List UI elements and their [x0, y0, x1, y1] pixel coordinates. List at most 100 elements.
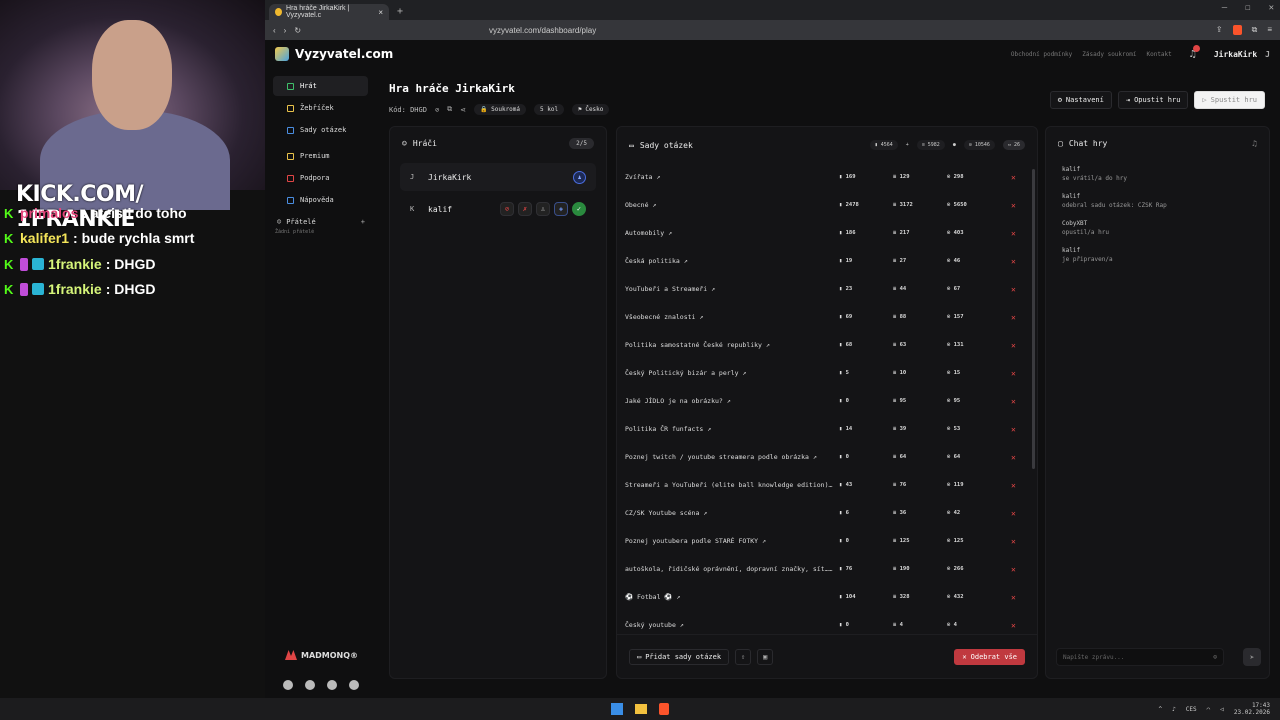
- external-link-icon[interactable]: ↗: [680, 621, 684, 629]
- close-window-icon[interactable]: ✕: [1269, 3, 1274, 13]
- external-link-icon[interactable]: ↗: [766, 341, 770, 349]
- user-menu[interactable]: JirkaKirk J: [1214, 50, 1270, 59]
- save-icon[interactable]: ▣: [757, 648, 774, 665]
- start-game-button[interactable]: ▷ Spustit hru: [1194, 91, 1265, 109]
- external-link-icon[interactable]: ↗: [707, 425, 711, 433]
- remove-set-icon[interactable]: ✕: [1011, 565, 1016, 574]
- copy-icon[interactable]: ⧉: [447, 105, 452, 114]
- reload-icon[interactable]: ↻: [294, 26, 301, 35]
- remove-set-icon[interactable]: ✕: [1011, 257, 1016, 266]
- external-link-icon[interactable]: ↗: [762, 537, 766, 545]
- add-question-sets-button[interactable]: ▭ Přidat sady otázek: [629, 648, 730, 665]
- external-link-icon[interactable]: ↗: [699, 313, 703, 321]
- external-link-icon[interactable]: ↗: [676, 593, 680, 601]
- new-tab-icon[interactable]: +: [397, 6, 403, 20]
- discord-icon[interactable]: [305, 680, 315, 690]
- volume-icon[interactable]: ◁: [1220, 706, 1224, 713]
- sidebar-item-help[interactable]: Nápověda: [273, 190, 368, 210]
- external-link-icon[interactable]: ↗: [832, 565, 835, 573]
- remove-set-icon[interactable]: ✕: [1011, 341, 1016, 350]
- shield-icon[interactable]: ◈: [554, 202, 568, 216]
- question-set-name[interactable]: Zvířata ↗: [625, 173, 835, 181]
- external-link-icon[interactable]: ↗: [742, 369, 746, 377]
- remove-set-icon[interactable]: ✕: [1011, 453, 1016, 462]
- external-link-icon[interactable]: ↗: [727, 397, 731, 405]
- extensions-icon[interactable]: ⧉: [1252, 25, 1258, 35]
- question-set-name[interactable]: Český Politický bizár a perly ↗: [625, 369, 835, 377]
- brave-browser-icon[interactable]: [659, 703, 669, 715]
- url-field[interactable]: vyzyvatel.com/dashboard/play: [489, 26, 596, 35]
- question-set-name[interactable]: Český youtube ↗: [625, 621, 835, 629]
- mic-icon[interactable]: ♪: [1172, 706, 1176, 713]
- remove-all-button[interactable]: ✕ Odebrat vše: [954, 648, 1025, 665]
- sidebar-item-support[interactable]: Podpora: [273, 168, 368, 188]
- question-set-name[interactable]: Všeobecné znalosti ↗: [625, 313, 835, 321]
- question-set-name[interactable]: CZ/SK Youtube scéna ↗: [625, 509, 835, 517]
- remove-set-icon[interactable]: ✕: [1011, 201, 1016, 210]
- question-set-name[interactable]: Obecné ↗: [625, 201, 835, 209]
- external-link-icon[interactable]: ↗: [813, 453, 817, 461]
- site-logo[interactable]: Vyzyvatel.com: [275, 47, 393, 61]
- external-link-icon[interactable]: ↗: [711, 285, 715, 293]
- external-link-icon[interactable]: ↗: [684, 257, 688, 265]
- remove-set-icon[interactable]: ✕: [1011, 285, 1016, 294]
- windows-start-icon[interactable]: [611, 703, 623, 715]
- remove-set-icon[interactable]: ✕: [1011, 313, 1016, 322]
- notifications-bell-icon[interactable]: ♫: [1190, 44, 1200, 60]
- sidebar-item-question-sets[interactable]: Sady otázek: [273, 120, 368, 140]
- forward-icon[interactable]: ›: [284, 26, 287, 35]
- question-set-name[interactable]: Automobily ↗: [625, 229, 835, 237]
- language-indicator[interactable]: CES: [1186, 706, 1197, 713]
- upload-icon[interactable]: ⇧: [735, 648, 752, 665]
- external-link-icon[interactable]: ↗: [832, 481, 835, 489]
- external-link-icon[interactable]: ↗: [668, 229, 672, 237]
- tray-chevron-icon[interactable]: ^: [1159, 706, 1163, 713]
- remove-set-icon[interactable]: ✕: [1011, 425, 1016, 434]
- remove-set-icon[interactable]: ✕: [1011, 481, 1016, 490]
- remove-set-icon[interactable]: ✕: [1011, 369, 1016, 378]
- external-link-icon[interactable]: ↗: [656, 173, 660, 181]
- settings-button[interactable]: ⚙ Nastavení: [1049, 91, 1112, 109]
- question-set-name[interactable]: Poznej twitch / youtube streamera podle …: [625, 453, 835, 461]
- maximize-icon[interactable]: ☐: [1245, 3, 1250, 13]
- instagram-icon[interactable]: [327, 680, 337, 690]
- remove-set-icon[interactable]: ✕: [1011, 173, 1016, 182]
- privacy-link[interactable]: Zásady soukromí: [1082, 51, 1136, 58]
- share-icon[interactable]: ⇪: [1216, 25, 1223, 35]
- terms-link[interactable]: Obchodní podmínky: [1011, 51, 1072, 58]
- question-set-name[interactable]: Jaké JÍDLO je na obrázku? ↗: [625, 397, 835, 405]
- leave-game-button[interactable]: ⇥ Opustit hru: [1117, 91, 1189, 109]
- remove-set-icon[interactable]: ✕: [1011, 537, 1016, 546]
- facebook-icon[interactable]: [349, 680, 359, 690]
- browser-tab[interactable]: Hra hráče JirkaKirk | Vyzyvatel.c ×: [269, 4, 389, 20]
- clock[interactable]: 17:43 23.02.2026: [1234, 702, 1270, 716]
- minimize-icon[interactable]: —: [1222, 3, 1227, 13]
- kick-player-icon[interactable]: ✗: [518, 202, 532, 216]
- madmonq-logo[interactable]: MADMONQ®: [285, 650, 358, 660]
- remove-set-icon[interactable]: ✕: [1011, 509, 1016, 518]
- question-set-name[interactable]: Politika samostatné České republiky ↗: [625, 341, 835, 349]
- external-link-icon[interactable]: ↗: [652, 201, 656, 209]
- question-set-name[interactable]: autoškola, řidičské oprávnění, dopravní …: [625, 565, 835, 573]
- external-link-icon[interactable]: ↗: [703, 509, 707, 517]
- remove-set-icon[interactable]: ✕: [1011, 229, 1016, 238]
- remove-set-icon[interactable]: ✕: [1011, 621, 1016, 630]
- menu-icon[interactable]: ≡: [1267, 25, 1272, 35]
- chat-input[interactable]: Napište zprávu... ☺: [1056, 648, 1224, 666]
- emoji-icon[interactable]: ☺: [1213, 654, 1217, 661]
- hide-code-icon[interactable]: ⊘: [435, 106, 439, 114]
- question-set-name[interactable]: Česká politika ↗: [625, 257, 835, 265]
- send-button[interactable]: ➤: [1243, 648, 1261, 666]
- remove-set-icon[interactable]: ✕: [1011, 397, 1016, 406]
- tiktok-icon[interactable]: [283, 680, 293, 690]
- wifi-icon[interactable]: ◠: [1207, 706, 1211, 713]
- question-set-name[interactable]: YouTubeři a Streameři ↗: [625, 285, 835, 293]
- contact-link[interactable]: Kontakt: [1146, 51, 1171, 58]
- file-explorer-icon[interactable]: [635, 704, 647, 714]
- sidebar-item-premium[interactable]: Premium: [273, 146, 368, 166]
- scrollbar[interactable]: [1032, 169, 1035, 469]
- question-set-name[interactable]: ⚽ Fotbal ⚽ ↗: [625, 593, 835, 601]
- bell-icon[interactable]: ♫: [1252, 139, 1257, 148]
- back-icon[interactable]: ‹: [273, 26, 276, 35]
- mute-icon[interactable]: ⊘: [500, 202, 514, 216]
